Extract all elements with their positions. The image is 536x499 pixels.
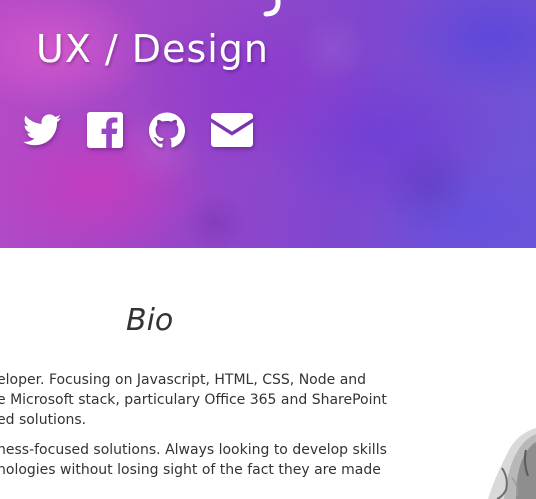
social-links bbox=[22, 110, 254, 150]
envelope-icon bbox=[211, 113, 253, 147]
github-link[interactable] bbox=[148, 110, 186, 150]
twitter-link[interactable] bbox=[22, 110, 62, 150]
bio-line: ness-focused solutions. Always looking t… bbox=[0, 442, 387, 458]
twitter-icon bbox=[23, 114, 61, 146]
github-icon bbox=[149, 112, 185, 148]
facebook-link[interactable] bbox=[86, 110, 124, 150]
facebook-icon bbox=[87, 112, 123, 148]
hero-subtitle: UX / Design bbox=[36, 27, 270, 71]
bio-line: e Microsoft stack, particulary Office 36… bbox=[0, 392, 387, 408]
hero-banner: UX / Design bbox=[0, 0, 536, 248]
bio-paragraph-2: ness-focused solutions. Always looking t… bbox=[0, 440, 387, 480]
profile-photo bbox=[482, 428, 536, 499]
bio-paragraph-1: eloper. Focusing on Javascript, HTML, CS… bbox=[0, 370, 387, 430]
bio-line: eloper. Focusing on Javascript, HTML, CS… bbox=[0, 372, 367, 388]
bio-heading: Bio bbox=[126, 303, 174, 338]
profile-photo-image bbox=[488, 428, 536, 499]
bio-line: ed solutions. bbox=[0, 412, 87, 428]
bio-line: nologies without losing sight of the fac… bbox=[0, 462, 381, 478]
hero-name-glyph-fragment bbox=[263, 0, 281, 17]
bio-text: eloper. Focusing on Javascript, HTML, CS… bbox=[0, 370, 387, 490]
email-link[interactable] bbox=[210, 110, 254, 150]
page: UX / Design Bio eloper. Focusing on Java… bbox=[0, 0, 536, 499]
